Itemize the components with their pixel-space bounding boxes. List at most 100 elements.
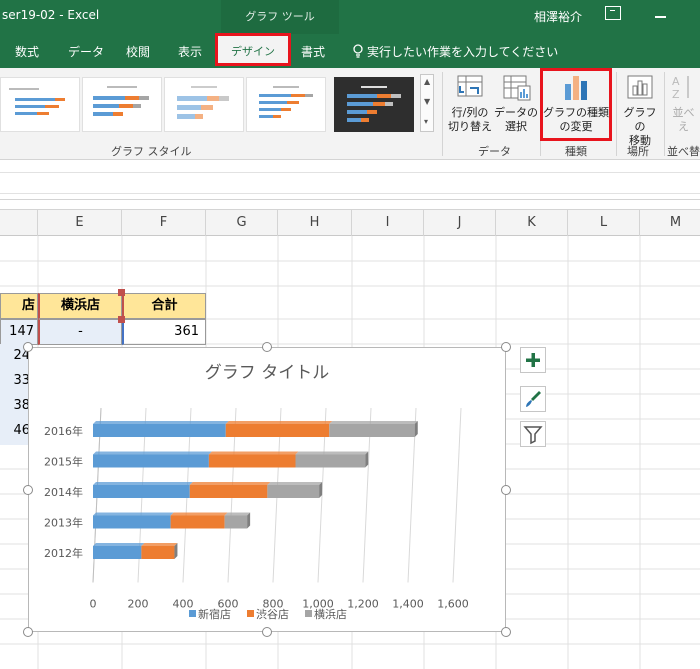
tell-me-text: 実行したい作業を入力してください [367,45,559,59]
chart-category-label: 2012年 [44,546,83,560]
gallery-up-icon[interactable]: ▲ [424,77,430,86]
tab-formulas[interactable]: 数式 [15,43,39,60]
formula-input[interactable] [0,172,700,194]
gallery-down-icon[interactable]: ▼ [424,97,430,106]
sort-button[interactable]: A Z 並べ え [667,72,700,134]
chart-bar[interactable] [93,515,171,529]
chart-style-thumb-4[interactable] [246,77,326,132]
chart-bar[interactable] [295,454,366,468]
user-name[interactable]: 相澤裕介 [534,8,582,25]
table-cell[interactable]: 46 [0,419,30,445]
chart-bar[interactable] [93,485,190,498]
column-header-m[interactable]: M [640,210,700,236]
chart-styles-button[interactable] [520,386,546,412]
chart-bar[interactable] [224,515,248,529]
resize-handle[interactable] [501,627,511,637]
ribbon-display-options-icon[interactable] [605,6,621,20]
tab-design[interactable]: デザイン [215,33,291,66]
tell-me-box[interactable]: 実行したい作業を入力してください [352,43,558,60]
table-header-total[interactable]: 合計 [122,293,206,319]
chart-style-thumb-3[interactable] [164,77,244,132]
legend-entry[interactable]: 新宿店 [198,607,231,621]
column-header-l[interactable]: L [568,210,640,236]
resize-handle[interactable] [501,485,511,495]
select-data-label-2: 選択 [505,120,527,133]
chart-bar-top [93,451,212,455]
chart-bar[interactable] [189,485,268,498]
chart-bar[interactable] [225,424,330,437]
table-header-yokohama[interactable]: 横浜店 [38,293,122,319]
group-label-chart-styles: グラフ スタイル [111,145,192,158]
chart-bar[interactable] [93,454,209,468]
legend-swatch [247,610,254,617]
chart-style-thumb-5[interactable] [334,77,414,132]
chart-title[interactable]: グラフ タイトル [205,363,329,383]
chart-bar-top [93,421,229,424]
gallery-scrollbar[interactable]: ▲ ▼ ▾ [420,74,434,132]
chart-style-preview [347,86,401,122]
chart-style-thumb-2[interactable] [82,77,162,132]
select-data-icon [503,75,531,101]
table-cell[interactable]: 361 [122,319,206,345]
chart-bar[interactable] [329,424,415,437]
column-header-e[interactable]: E [38,210,122,236]
column-headers: E F G H I J K L M [0,209,700,236]
table-cell[interactable]: 33 [0,369,30,395]
chart-x-tick-label: 0 [90,598,97,611]
select-data-button[interactable]: データの 選択 [494,72,538,134]
tab-review[interactable]: 校閲 [126,43,150,60]
chart-category-label: 2014年 [44,485,83,499]
tab-view[interactable]: 表示 [178,43,202,60]
chart-bar-top [295,451,369,455]
column-header-h[interactable]: H [278,210,352,236]
move-chart-icon [627,75,653,99]
minimize-icon[interactable] [655,16,666,18]
column-header-g[interactable]: G [206,210,278,236]
chart-bar[interactable] [93,546,142,559]
column-header-j[interactable]: J [424,210,496,236]
resize-handle[interactable] [262,342,272,352]
chart-bar-top [189,482,271,485]
chart-object[interactable]: グラフ タイトル 2016年 2015年 2014年 2013年 2012年 0 200 4… [28,347,506,632]
chart-bar[interactable] [267,485,320,498]
chart-filters-button[interactable] [520,421,546,447]
tab-data[interactable]: データ [68,43,104,60]
table-header-partial[interactable]: 店 [0,293,38,319]
chart-style-preview [9,88,65,115]
legend-swatch [305,610,312,617]
range-handle[interactable] [118,289,125,296]
column-header-f[interactable]: F [122,210,206,236]
resize-handle[interactable] [501,342,511,352]
chart-legend[interactable]: 新宿店 渋谷店 横浜店 [189,607,347,621]
table-cell[interactable]: 38 [0,394,30,420]
resize-handle[interactable] [23,627,33,637]
chart-style-thumb-1[interactable] [0,77,80,132]
legend-entry[interactable]: 渋谷店 [256,607,289,621]
window-title: ser19-02 - Excel [2,8,100,22]
column-header-i[interactable]: I [352,210,424,236]
table-cell[interactable]: 147 [0,319,38,345]
tab-format[interactable]: 書式 [301,43,325,60]
chart-bar[interactable] [170,515,225,529]
chart-elements-button[interactable] [520,347,546,373]
chart-bar[interactable] [93,424,226,437]
column-header-k[interactable]: K [496,210,568,236]
chart-bar[interactable] [208,454,296,468]
switch-row-column-button[interactable]: 行/列の 切り替え [446,72,494,134]
formula-bar[interactable] [0,160,700,200]
move-chart-button[interactable]: グラフの 移動 [619,72,661,148]
resize-handle[interactable] [23,485,33,495]
resize-handle[interactable] [23,342,33,352]
table-cell[interactable]: - [38,319,122,345]
context-tab-label: グラフ ツール [221,0,339,34]
column-header-d[interactable] [0,210,38,236]
gallery-more-icon[interactable]: ▾ [424,117,428,126]
chart-bar[interactable] [141,546,175,559]
chart-category-label: 2016年 [44,424,83,438]
resize-handle[interactable] [262,627,272,637]
ribbon-tabs: 数式 データ 校閲 表示 デザイン 書式 実行したい作業を入力してください [0,33,700,68]
group-divider [664,72,665,156]
chart-canvas[interactable]: グラフ タイトル 2016年 2015年 2014年 2013年 2012年 0 200 4… [29,348,505,631]
range-handle[interactable] [118,316,125,323]
legend-entry[interactable]: 横浜店 [314,607,347,621]
